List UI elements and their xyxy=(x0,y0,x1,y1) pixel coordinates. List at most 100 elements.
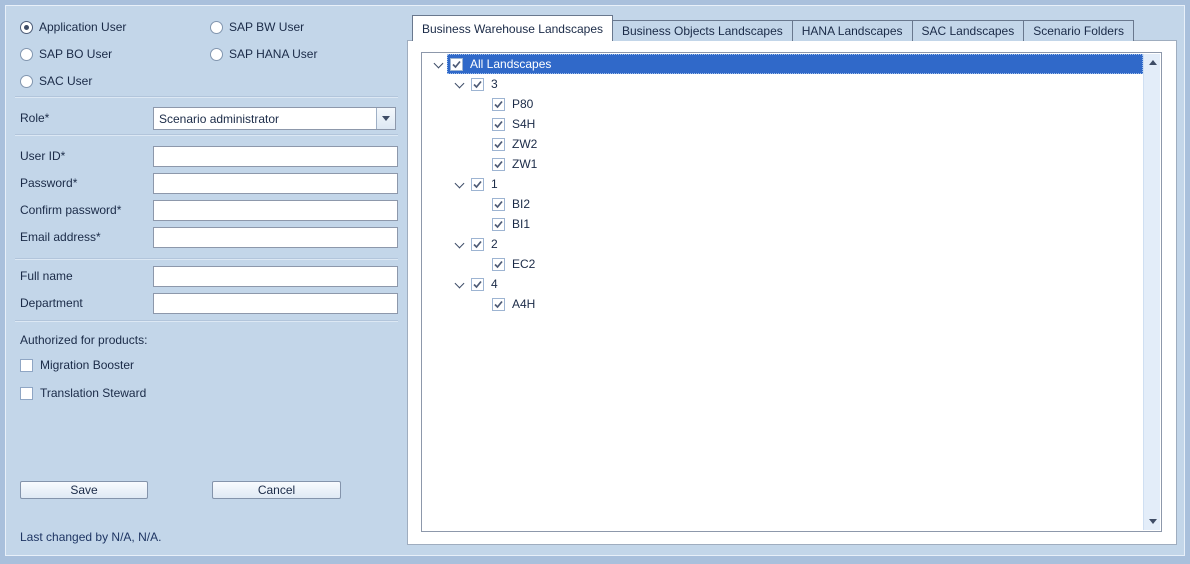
tree-node[interactable]: P80 xyxy=(489,94,1143,114)
tree-row[interactable]: ZW2 xyxy=(423,134,1143,154)
tree-row[interactable]: 1 xyxy=(423,174,1143,194)
user-id-field[interactable] xyxy=(153,146,398,167)
tree-row[interactable]: 4 xyxy=(423,274,1143,294)
tree-node[interactable]: 1 xyxy=(468,174,1143,194)
department-label: Department xyxy=(20,293,83,314)
radio-sac-user[interactable]: SAC User xyxy=(20,74,92,88)
tree-node-label: 1 xyxy=(491,177,498,191)
tree-row[interactable]: P80 xyxy=(423,94,1143,114)
tab-sac-landscapes[interactable]: SAC Landscapes xyxy=(912,20,1025,41)
tree-row[interactable]: BI1 xyxy=(423,214,1143,234)
radio-sap-bw-user[interactable]: SAP BW User xyxy=(210,20,304,34)
confirm-password-field[interactable] xyxy=(153,200,398,221)
chevron-down-icon[interactable] xyxy=(452,236,468,252)
department-field[interactable] xyxy=(153,293,398,314)
tree-node[interactable]: ZW1 xyxy=(489,154,1143,174)
twisty-spacer xyxy=(473,136,489,152)
tree-row[interactable]: EC2 xyxy=(423,254,1143,274)
tab-scenario-folders[interactable]: Scenario Folders xyxy=(1023,20,1134,41)
landscape-tree-rows: All Landscapes3P80 S4H ZW2ZW1 1 BI2 BI1 2EC24 A… xyxy=(423,54,1143,530)
tree-checkbox-icon[interactable] xyxy=(492,258,505,271)
tree-checkbox-icon[interactable] xyxy=(471,278,484,291)
tree-node[interactable]: 4 xyxy=(468,274,1143,294)
radio-selected-icon[interactable] xyxy=(20,21,33,34)
tree-checkbox-icon[interactable] xyxy=(492,218,505,231)
tree-row[interactable]: 3 xyxy=(423,74,1143,94)
tab-hana-landscapes[interactable]: HANA Landscapes xyxy=(792,20,913,41)
tree-checkbox-icon[interactable] xyxy=(471,238,484,251)
tab-business-warehouse-landscapes[interactable]: Business Warehouse Landscapes xyxy=(412,15,613,41)
tree-scrollbar[interactable] xyxy=(1143,54,1160,530)
twisty-spacer xyxy=(473,196,489,212)
radio-icon[interactable] xyxy=(20,48,33,61)
scroll-up-button[interactable] xyxy=(1144,54,1161,71)
tree-node[interactable]: All Landscapes xyxy=(447,54,1143,74)
radio-application-user[interactable]: Application User xyxy=(20,20,126,34)
tree-row[interactable]: S4H xyxy=(423,114,1143,134)
check-mark-icon xyxy=(493,219,504,230)
radio-icon[interactable] xyxy=(210,48,223,61)
tree-node[interactable]: BI1 xyxy=(489,214,1143,234)
tree-checkbox-icon[interactable] xyxy=(450,58,463,71)
tab-business-objects-landscapes[interactable]: Business Objects Landscapes xyxy=(612,20,793,41)
tree-checkbox-icon[interactable] xyxy=(492,118,505,131)
tree-node[interactable]: EC2 xyxy=(489,254,1143,274)
radio-icon[interactable] xyxy=(20,75,33,88)
cancel-button[interactable]: Cancel xyxy=(212,481,341,499)
checkbox-icon[interactable] xyxy=(20,387,33,400)
password-field[interactable] xyxy=(153,173,398,194)
check-mark-icon xyxy=(493,159,504,170)
chevron-down-icon[interactable] xyxy=(452,176,468,192)
tree-row[interactable]: 2 xyxy=(423,234,1143,254)
save-button[interactable]: Save xyxy=(20,481,148,499)
radio-sap-hana-user[interactable]: SAP HANA User xyxy=(210,47,317,61)
chevron-down-icon[interactable] xyxy=(431,56,447,72)
tree-node[interactable]: 3 xyxy=(468,74,1143,94)
role-dropdown[interactable]: Scenario administrator xyxy=(153,107,396,130)
radio-label: SAC User xyxy=(39,74,92,88)
checkbox-migration-booster[interactable]: Migration Booster xyxy=(20,358,134,372)
checkbox-translation-steward[interactable]: Translation Steward xyxy=(20,386,146,400)
checkbox-icon[interactable] xyxy=(20,359,33,372)
tree-node-label: S4H xyxy=(512,117,535,131)
dropdown-arrow-button[interactable] xyxy=(376,108,395,129)
tree-row[interactable]: All Landscapes xyxy=(423,54,1143,74)
full-name-field[interactable] xyxy=(153,266,398,287)
tree-node[interactable]: 2 xyxy=(468,234,1143,254)
tree-checkbox-icon[interactable] xyxy=(471,78,484,91)
check-mark-icon xyxy=(493,199,504,210)
radio-sap-bo-user[interactable]: SAP BO User xyxy=(20,47,112,61)
chevron-down-icon[interactable] xyxy=(452,76,468,92)
email-label: Email address* xyxy=(20,227,101,248)
scroll-down-button[interactable] xyxy=(1144,513,1161,530)
tree-node-label: A4H xyxy=(512,297,535,311)
tree-checkbox-icon[interactable] xyxy=(492,98,505,111)
tree-row[interactable]: A4H xyxy=(423,294,1143,314)
last-changed-note: Last changed by N/A, N/A. xyxy=(20,530,161,544)
tree-checkbox-icon[interactable] xyxy=(492,298,505,311)
check-mark-icon xyxy=(472,179,483,190)
twisty-spacer xyxy=(473,96,489,112)
chevron-down-icon[interactable] xyxy=(452,276,468,292)
tree-checkbox-icon[interactable] xyxy=(492,158,505,171)
tree-node[interactable]: ZW2 xyxy=(489,134,1143,154)
tree-node[interactable]: S4H xyxy=(489,114,1143,134)
email-field[interactable] xyxy=(153,227,398,248)
tree-row[interactable]: ZW1 xyxy=(423,154,1143,174)
twisty-spacer xyxy=(473,296,489,312)
products-heading: Authorized for products: xyxy=(20,330,147,351)
tree-checkbox-icon[interactable] xyxy=(492,198,505,211)
tree-node-label: BI1 xyxy=(512,217,530,231)
check-mark-icon xyxy=(493,299,504,310)
tree-checkbox-icon[interactable] xyxy=(471,178,484,191)
tree-row[interactable]: BI2 xyxy=(423,194,1143,214)
tree-node[interactable]: BI2 xyxy=(489,194,1143,214)
check-mark-icon xyxy=(472,239,483,250)
triangle-down-icon xyxy=(1149,519,1157,524)
radio-label: SAP HANA User xyxy=(229,47,317,61)
radio-icon[interactable] xyxy=(210,21,223,34)
tree-node[interactable]: A4H xyxy=(489,294,1143,314)
tree-checkbox-icon[interactable] xyxy=(492,138,505,151)
landscape-tabs: Business Warehouse Landscapes Business O… xyxy=(412,15,1134,41)
radio-label: SAP BO User xyxy=(39,47,112,61)
